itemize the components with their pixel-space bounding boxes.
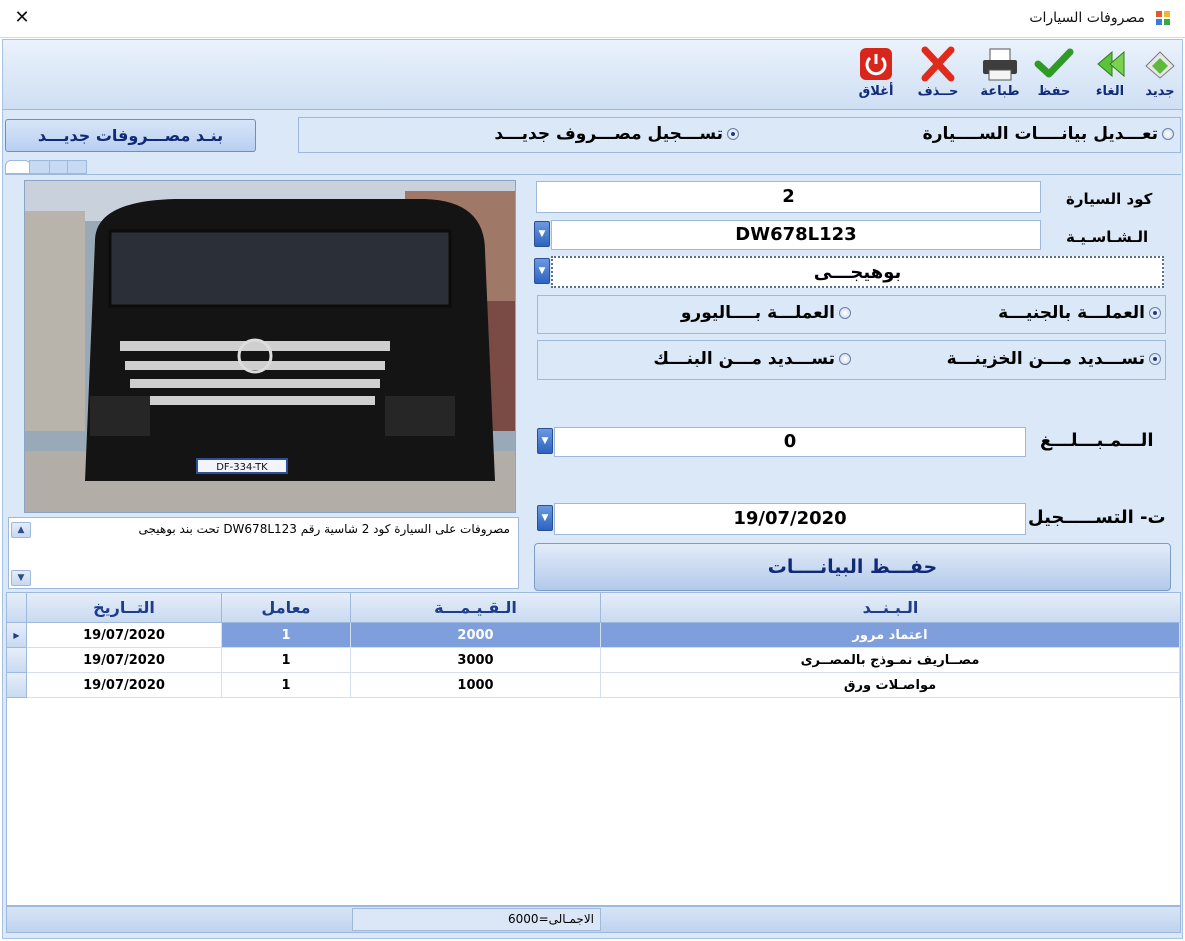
tab-1[interactable] [5,160,31,174]
new-button[interactable]: جديد [1135,44,1185,108]
header-factor[interactable]: معامل [222,593,351,623]
pay-treasury-radio[interactable]: تســـديد مـــن الخزينـــة [947,349,1161,369]
new-expense-label: تســـجيل مصـــروف جديـــد [494,124,723,144]
car-photo: DF-334-TK [24,180,516,513]
amount-label: الـــمـبـــلـــغ [1040,430,1154,451]
cell-value[interactable]: 3000 [351,648,601,673]
cell-factor[interactable]: 1 [222,623,351,648]
chassis-field[interactable]: DW678L123 [551,220,1041,250]
cancel-label: الغاء [1095,84,1125,99]
cell-item[interactable]: اعتماد مرور [601,623,1180,648]
date-label: ت- التســـــجيل [1028,507,1166,528]
expenses-grid: التــاريخ معامل الـقـيـمـــة الـبـنــد ▶… [6,592,1181,906]
cancel-button[interactable]: الغاء [1085,44,1135,108]
print-label: طباعة [980,84,1020,99]
toolbar: جديد الغاء حفظ طباعة حــذف أغلاق [3,40,1182,110]
cell-item[interactable]: مواصـلات ورق [601,673,1180,698]
car-code-field[interactable]: 2 [536,181,1041,213]
delete-x-icon [921,46,955,82]
chassis-dropdown-icon[interactable]: ▼ [534,221,550,247]
undo-arrows-icon [1097,50,1125,78]
radio-dot-icon [839,307,851,319]
expense-item-field[interactable]: بوهيجـــى [551,256,1164,288]
radio-dot-icon [1162,128,1174,140]
pay-bank-radio[interactable]: تســـديد مـــن البنـــك [653,349,851,369]
radio-dot-icon [1149,307,1161,319]
cell-value[interactable]: 2000 [351,623,601,648]
new-expense-item-button[interactable]: بنـد مصـــروفات جديـــد [5,119,256,152]
amount-dropdown-icon[interactable]: ▼ [537,428,553,454]
pay-treasury-label: تســـديد مـــن الخزينـــة [946,349,1145,369]
currency-euro-label: العملـــة بــــاليورو [680,303,835,323]
mode-radio-group: تعـــديل بيانــــات الســــيارة تســـجيل… [298,117,1181,153]
title-bar [0,0,1185,38]
radio-dot-icon [1149,353,1161,365]
currency-egp-radio[interactable]: العملـــة بالجنيـــة [998,303,1161,323]
save-label: حفظ [1037,84,1071,99]
truck-image: DF-334-TK [25,181,515,512]
date-dropdown-icon[interactable]: ▼ [537,505,553,531]
date-field[interactable]: 19/07/2020 [554,503,1026,535]
currency-euro-radio[interactable]: العملـــة بــــاليورو [681,303,851,323]
payment-group: تســـديد مـــن الخزينـــة تســـديد مـــن… [537,340,1166,380]
car-code-label: كود السيارة [1066,190,1153,208]
printer-icon [983,48,1017,81]
row-indicator[interactable]: ▶ [7,623,27,648]
row-indicator[interactable] [7,648,27,673]
scroll-down-button[interactable]: ▼ [11,570,31,586]
item-dropdown-icon[interactable]: ▼ [534,258,550,284]
edit-car-label: تعـــديل بيانــــات الســــيارة [922,124,1158,144]
cell-item[interactable]: مصــاريف نمـوذج بالمصــرى [601,648,1180,673]
power-icon [860,48,892,80]
cell-date[interactable]: 19/07/2020 [27,623,222,648]
radio-dot-icon [727,128,739,140]
delete-button[interactable]: حــذف [913,44,963,108]
print-button[interactable]: طباعة [975,44,1025,108]
save-data-button[interactable]: حفـــظ البيانــــات [534,543,1171,591]
header-item[interactable]: الـبـنــد [601,593,1180,623]
plate-text: DF-334-TK [216,462,268,473]
scroll-up-button[interactable]: ▲ [11,522,31,538]
tab-4[interactable] [67,160,87,174]
save-button[interactable]: حفظ [1029,44,1079,108]
cell-date[interactable]: 19/07/2020 [27,648,222,673]
cell-date[interactable]: 19/07/2020 [27,673,222,698]
radio-dot-icon [839,353,851,365]
cell-factor[interactable]: 1 [222,673,351,698]
close-button[interactable]: أغلاق [851,44,901,108]
total-value: الاجمـالى=6000 [352,908,601,931]
app-icon [1156,11,1170,25]
notes-text: مصروفات على السيارة كود 2 شاسية رقم DW67… [138,522,511,536]
new-expense-radio[interactable]: تســـجيل مصـــروف جديـــد [494,124,739,144]
edit-car-radio[interactable]: تعـــديل بيانــــات الســــيارة [923,124,1174,144]
pay-bank-label: تســـديد مـــن البنـــك [653,349,835,369]
delete-label: حــذف [917,84,959,99]
row-indicator[interactable] [7,673,27,698]
amount-field[interactable]: 0 [554,427,1026,457]
checkmark-icon [1034,48,1074,78]
currency-egp-label: العملـــة بالجنيـــة [998,303,1145,323]
header-date[interactable]: التــاريخ [27,593,222,623]
new-doc-icon [1145,51,1175,79]
new-label: جديد [1145,84,1175,99]
chassis-label: الـشـاسـيـة [1066,228,1149,246]
window-title: مصروفات السيارات [1029,10,1145,26]
cell-value[interactable]: 1000 [351,673,601,698]
notes-box[interactable]: مصروفات على السيارة كود 2 شاسية رقم DW67… [8,517,519,589]
header-value[interactable]: الـقـيـمـــة [351,593,601,623]
close-x-icon[interactable]: ✕ [10,6,34,30]
grid-corner [7,593,27,623]
tab-2[interactable] [29,160,51,174]
cell-factor[interactable]: 1 [222,648,351,673]
currency-group: العملـــة بالجنيـــة العملـــة بــــاليو… [537,295,1166,334]
close-label: أغلاق [858,84,894,99]
tab-3[interactable] [49,160,69,174]
